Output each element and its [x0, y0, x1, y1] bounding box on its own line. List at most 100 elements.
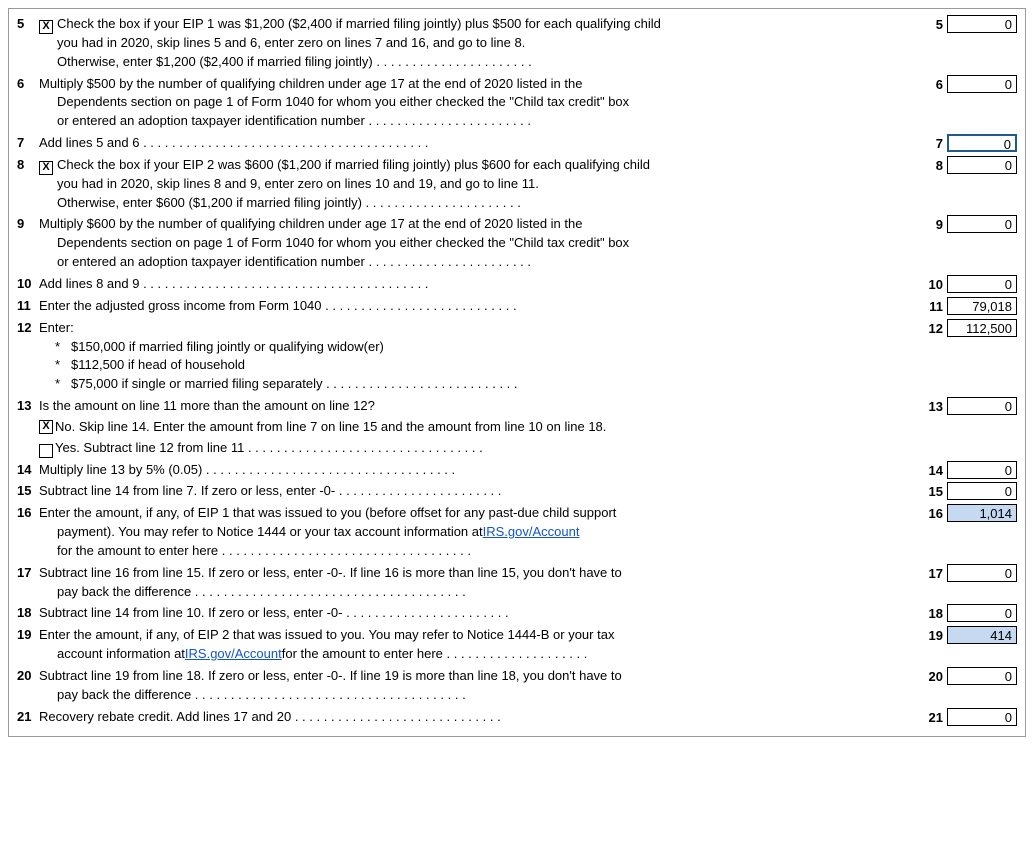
line-checkbox[interactable]: X	[39, 161, 53, 175]
line-content: Multiply line 13 by 5% (0.05) . . . . . …	[39, 461, 919, 480]
field-value[interactable]: 0	[947, 482, 1017, 500]
line-checkbox[interactable]: X	[39, 20, 53, 34]
field-value[interactable]: 0	[947, 708, 1017, 726]
line-number-label: 5	[919, 16, 947, 33]
line-row: 17Subtract line 16 from line 15. If zero…	[17, 564, 1017, 602]
line-number: 13	[17, 397, 39, 413]
line-number-label: 21	[919, 709, 947, 726]
line-number-label: 6	[919, 76, 947, 93]
field-value[interactable]: 0	[947, 275, 1017, 293]
field-value[interactable]: 414	[947, 626, 1017, 644]
no-checkbox[interactable]: X	[39, 420, 53, 434]
yes-checkbox[interactable]	[39, 444, 53, 458]
line-content: Subtract line 14 from line 10. If zero o…	[39, 604, 919, 623]
line-text-part: or entered an adoption taxpayer identifi…	[57, 112, 531, 131]
irs-link[interactable]: IRS.gov/Account	[185, 645, 282, 664]
line-number: 19	[17, 626, 39, 642]
field-value[interactable]: 0	[947, 667, 1017, 685]
field-value[interactable]: 0	[947, 134, 1017, 152]
line-row: 14Multiply line 13 by 5% (0.05) . . . . …	[17, 461, 1017, 480]
line-row: 8X Check the box if your EIP 2 was $600 (…	[17, 156, 1017, 213]
line-number: 12	[17, 319, 39, 335]
field-value[interactable]: 79,018	[947, 297, 1017, 315]
field-value[interactable]: 0	[947, 461, 1017, 479]
line-row: 19Enter the amount, if any, of EIP 2 tha…	[17, 626, 1017, 664]
line-text-part: payment). You may refer to Notice 1444 o…	[57, 523, 483, 542]
line-number: 9	[17, 215, 39, 231]
line-number-label: 10	[919, 276, 947, 293]
line-text-part: Enter the amount, if any, of EIP 1 that …	[39, 504, 616, 523]
bullet-star: *	[55, 356, 71, 375]
field-value[interactable]: 0	[947, 15, 1017, 33]
line-number-label: 19	[919, 627, 947, 644]
line-content: Enter the adjusted gross income from For…	[39, 297, 919, 316]
line-number-label: 7	[919, 135, 947, 152]
line-content: Recovery rebate credit. Add lines 17 and…	[39, 708, 919, 727]
field-value[interactable]: 0	[947, 75, 1017, 93]
line-text-part: Subtract line 19 from line 18. If zero o…	[39, 667, 622, 686]
line-number-label: 13	[919, 398, 947, 415]
line-number-label: 16	[919, 505, 947, 522]
line-text: Subtract line 14 from line 10. If zero o…	[39, 604, 509, 623]
line-number: 20	[17, 667, 39, 683]
irs-link[interactable]: IRS.gov/Account	[483, 523, 580, 542]
line-content: Enter the amount, if any, of EIP 2 that …	[39, 626, 919, 664]
bullet-item: *$112,500 if head of household	[39, 356, 919, 375]
line-content: Subtract line 16 from line 15. If zero o…	[39, 564, 919, 602]
form-container: 5 X Check the box if your EIP 1 was $1,200…	[8, 8, 1026, 737]
line-row: 7Add lines 5 and 6 . . . . . . . . . . .…	[17, 134, 1017, 153]
line-row: 15Subtract line 14 from line 7. If zero …	[17, 482, 1017, 501]
line-content: Enter:*$150,000 if married filing jointl…	[39, 319, 919, 394]
field-value[interactable]: 0	[947, 564, 1017, 582]
yes-option-text: Yes. Subtract line 12 from line 11 . . .…	[55, 439, 483, 458]
line-number: 14	[17, 461, 39, 477]
line-text: Subtract line 14 from line 7. If zero or…	[39, 482, 501, 501]
field-value[interactable]: 0	[947, 397, 1017, 415]
field-value[interactable]: 1,014	[947, 504, 1017, 522]
enter-label: Enter:	[39, 319, 919, 338]
field-value[interactable]: 0	[947, 604, 1017, 622]
line-number: 7	[17, 134, 39, 150]
line-number: 18	[17, 604, 39, 620]
line-number: 17	[17, 564, 39, 580]
line-number: 21	[17, 708, 39, 724]
line-number-label: 18	[919, 605, 947, 622]
line-row: 20Subtract line 19 from line 18. If zero…	[17, 667, 1017, 705]
field-value[interactable]: 0	[947, 156, 1017, 174]
line-text-part: Multiply $600 by the number of qualifyin…	[39, 215, 582, 234]
line-number: 15	[17, 482, 39, 498]
line-number: 10	[17, 275, 39, 291]
line-row: 9Multiply $600 by the number of qualifyi…	[17, 215, 1017, 272]
line-text-part: Multiply $500 by the number of qualifyin…	[39, 75, 582, 94]
line-text: Recovery rebate credit. Add lines 17 and…	[39, 708, 501, 727]
line-text-part: pay back the difference . . . . . . . . …	[57, 583, 466, 602]
line-text: Enter the adjusted gross income from For…	[39, 297, 517, 316]
question-text: Is the amount on line 11 more than the a…	[39, 397, 919, 416]
bullet-text: $150,000 if married filing jointly or qu…	[71, 338, 384, 357]
line-row: 13Is the amount on line 11 more than the…	[17, 397, 1017, 458]
yes-option-row: Yes. Subtract line 12 from line 11 . . .…	[39, 439, 919, 458]
line-content: Multiply $600 by the number of qualifyin…	[39, 215, 919, 272]
line-number-label: 17	[919, 565, 947, 582]
line-text-part: Check the box if your EIP 1 was $1,200 (…	[57, 15, 661, 34]
bullet-text: $75,000 if single or married filing sepa…	[71, 375, 518, 394]
line-content: Enter the amount, if any, of EIP 1 that …	[39, 504, 919, 561]
line-row: 21Recovery rebate credit. Add lines 17 a…	[17, 708, 1017, 727]
line-number: 8	[17, 156, 39, 172]
line-text-part: you had in 2020, skip lines 5 and 6, ent…	[57, 34, 525, 53]
field-value[interactable]: 112,500	[947, 319, 1017, 337]
line-number-label: 20	[919, 668, 947, 685]
no-option-text: No. Skip line 14. Enter the amount from …	[55, 418, 606, 437]
field-value[interactable]: 0	[947, 215, 1017, 233]
line-text-part: Check the box if your EIP 2 was $600 ($1…	[57, 156, 650, 175]
line-content: X Check the box if your EIP 2 was $600 ($…	[39, 156, 919, 213]
line-content: Add lines 5 and 6 . . . . . . . . . . . …	[39, 134, 919, 153]
line-row: 11 Enter the adjusted gross income from F…	[17, 297, 1017, 316]
no-option-row: XNo. Skip line 14. Enter the amount from…	[39, 418, 919, 437]
line-text-part: Otherwise, enter $600 ($1,200 if married…	[57, 194, 521, 213]
line-number-label: 11	[919, 298, 947, 315]
line-number-label: 15	[919, 483, 947, 500]
bullet-star: *	[55, 338, 71, 357]
line-row: 16 Enter the amount, if any, of EIP 1 tha…	[17, 504, 1017, 561]
line-text: Add lines 8 and 9 . . . . . . . . . . . …	[39, 275, 428, 294]
